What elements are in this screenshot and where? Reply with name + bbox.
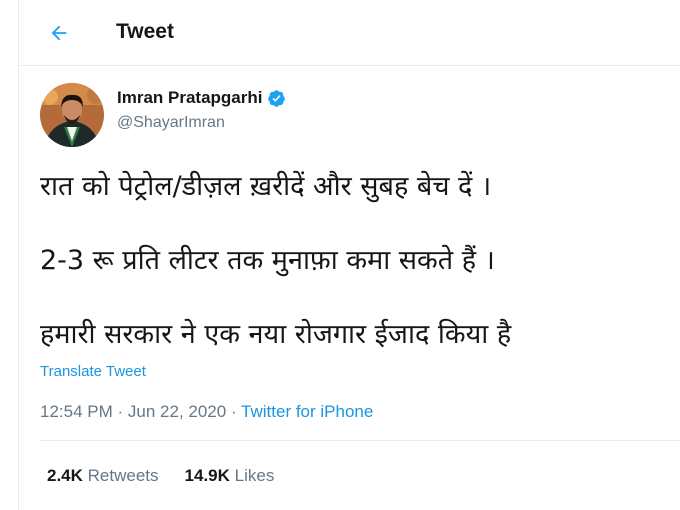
tweet-text-line: हमारी सरकार ने एक नया रोजगार ईजाद किया ह…: [40, 319, 512, 350]
verified-badge-icon: [267, 89, 285, 107]
author-name[interactable]: Imran Pratapgarhi: [117, 88, 286, 108]
page-header: Tweet: [19, 0, 680, 66]
likes-stat[interactable]: 14.9K Likes: [185, 466, 275, 486]
translate-tweet-link[interactable]: Translate Tweet: [40, 363, 146, 380]
retweets-count: 2.4K: [47, 466, 83, 485]
meta-separator: ·: [230, 402, 237, 421]
likes-count: 14.9K: [184, 466, 230, 485]
author-handle[interactable]: @ShayarImran: [117, 114, 225, 132]
tweet-meta: 12:54 PM · Jun 22, 2020 · Twitter for iP…: [40, 402, 373, 422]
tweet-source-link[interactable]: Twitter for iPhone: [241, 402, 373, 421]
author-name-text: Imran Pratapgarhi: [117, 88, 263, 107]
back-button[interactable]: [41, 17, 77, 49]
page-title: Tweet: [116, 20, 174, 43]
tweet-stats: 2.4K Retweets 14.9K Likes: [47, 466, 274, 486]
arrow-left-icon: [51, 25, 67, 41]
retweets-label: Retweets: [87, 466, 159, 485]
retweets-stat[interactable]: 2.4K Retweets: [47, 466, 159, 486]
tweet-date[interactable]: Jun 22, 2020: [128, 402, 226, 421]
tweet-page: Tweet Imran Pratapgarhi @ShayarImran रात…: [18, 0, 680, 510]
tweet-text-line: 2-3 रू प्रति लीटर तक मुनाफ़ा कमा सकते है…: [40, 245, 495, 276]
tweet-time[interactable]: 12:54 PM: [40, 402, 113, 421]
meta-separator: ·: [117, 402, 124, 421]
divider: [40, 440, 680, 441]
likes-label: Likes: [234, 466, 275, 485]
avatar[interactable]: [40, 83, 104, 147]
tweet-text-line: रात को पेट्रोल/डीज़ल ख़रीदें और सुबह बेच…: [40, 171, 492, 202]
